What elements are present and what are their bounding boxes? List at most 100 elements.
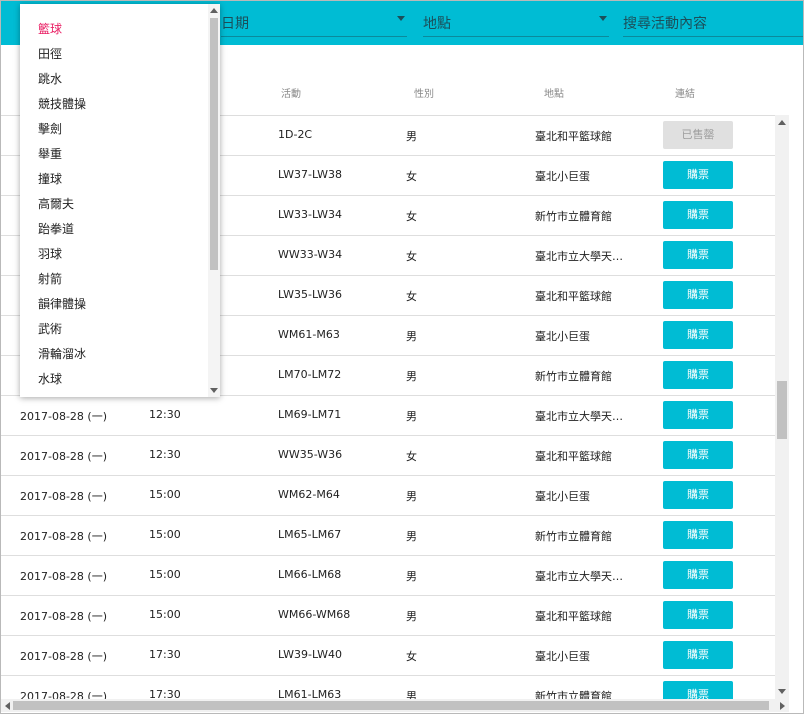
table-row: 2017-08-28 (一) 15:00 LM65-LM67 男 新竹市立體育館 購票 [1,515,781,556]
row-date: 2017-08-28 (一) [20,610,108,623]
dropdown-scroll-down-arrow-icon[interactable] [210,388,218,393]
table-row: 2017-08-28 (一) 12:30 LM69-LM71 男 臺北市立大學天… 購票 [1,395,781,436]
sport-option[interactable]: 競技體操 [20,93,208,118]
row-date: 2017-08-28 (一) [20,490,108,503]
row-gender: 女 [406,450,417,463]
sport-option[interactable]: 滑輪溜冰 [20,343,208,368]
sport-option[interactable]: 韻律體操 [20,293,208,318]
buy-ticket-button[interactable]: 購票 [663,241,733,269]
buy-ticket-button[interactable]: 購票 [663,481,733,509]
row-activity: WM66-WM68 [278,608,351,621]
search-placeholder: 搜尋活動內容 [623,16,707,32]
row-activity: LM69-LM71 [278,408,342,421]
row-activity: LW37-LW38 [278,168,342,181]
row-location: 臺北和平籃球館 [535,130,612,143]
row-date: 2017-08-28 (一) [20,530,108,543]
row-gender: 女 [406,650,417,663]
header-link: 連結 [675,89,695,100]
sport-option[interactable]: 跳水 [20,68,208,93]
vertical-scrollbar[interactable] [775,115,789,699]
sport-option[interactable]: 籃球 [20,18,208,43]
buy-ticket-button[interactable]: 購票 [663,281,733,309]
row-gender: 女 [406,250,417,263]
date-filter-placeholder: 日期 [221,16,249,32]
row-location: 臺北小巨蛋 [535,650,590,663]
search-input[interactable]: 搜尋活動內容 [623,7,803,37]
row-activity: WM62-M64 [278,488,340,501]
buy-ticket-button[interactable]: 購票 [663,321,733,349]
row-time: 12:30 [149,448,181,461]
date-dropdown-arrow-icon[interactable] [397,16,405,21]
row-activity: WM61-M63 [278,328,340,341]
row-gender: 女 [406,210,417,223]
row-date: 2017-08-28 (一) [20,450,108,463]
table-row: 2017-08-28 (一) 17:30 LW39-LW40 女 臺北小巨蛋 購票 [1,635,781,676]
scroll-right-arrow-icon[interactable] [780,702,785,710]
row-gender: 女 [406,170,417,183]
buy-ticket-button[interactable]: 購票 [663,521,733,549]
dropdown-scroll-up-arrow-icon[interactable] [210,8,218,13]
search-underline [623,36,803,37]
sold-out-button: 已售罄 [663,121,733,149]
header-location: 地點 [544,89,564,100]
scroll-down-arrow-icon[interactable] [778,689,786,694]
buy-ticket-button[interactable]: 購票 [663,201,733,229]
sport-option[interactable]: 武術 [20,318,208,343]
buy-ticket-button[interactable]: 購票 [663,441,733,469]
horizontal-scroll-thumb[interactable] [13,701,769,710]
row-activity: 1D-2C [278,128,313,141]
row-location: 臺北小巨蛋 [535,490,590,503]
buy-ticket-button[interactable]: 購票 [663,641,733,669]
buy-ticket-button[interactable]: 購票 [663,161,733,189]
row-gender: 女 [406,290,417,303]
horizontal-scrollbar[interactable] [1,699,789,712]
sport-option[interactable]: 射箭 [20,268,208,293]
row-date: 2017-08-28 (一) [20,410,108,423]
sport-option[interactable]: 高爾夫 [20,193,208,218]
sport-option[interactable]: 擊劍 [20,118,208,143]
row-activity: LM66-LM68 [278,568,342,581]
row-activity: WW33-W34 [278,248,343,261]
table-row: 2017-08-28 (一) 15:00 WM62-M64 男 臺北小巨蛋 購票 [1,475,781,516]
location-dropdown-arrow-icon[interactable] [599,16,607,21]
buy-ticket-button[interactable]: 購票 [663,561,733,589]
row-gender: 男 [406,370,417,383]
row-location: 臺北和平籃球館 [535,450,612,463]
sport-option[interactable]: 田徑 [20,43,208,68]
dropdown-scroll-thumb[interactable] [210,18,218,270]
buy-ticket-button[interactable]: 購票 [663,361,733,389]
row-location: 臺北市立大學天… [535,250,623,263]
row-location: 臺北和平籃球館 [535,290,612,303]
row-location: 臺北小巨蛋 [535,170,590,183]
buy-ticket-button[interactable]: 購票 [663,601,733,629]
header-activity: 活動 [281,89,301,100]
sport-option[interactable]: 撞球 [20,168,208,193]
scroll-left-arrow-icon[interactable] [5,702,10,710]
sport-option[interactable]: 水球 [20,368,208,393]
row-activity: LM65-LM67 [278,528,342,541]
sport-option[interactable]: 舉重 [20,143,208,168]
table-row: 2017-08-28 (一) 15:00 WM66-WM68 男 臺北和平籃球館 購票 [1,595,781,636]
location-filter-select[interactable]: 地點 [423,7,609,37]
sport-option[interactable]: 羽球 [20,243,208,268]
row-time: 15:00 [149,488,181,501]
row-activity: LW39-LW40 [278,648,342,661]
row-time: 15:00 [149,568,181,581]
sport-option[interactable]: 跆拳道 [20,218,208,243]
buy-ticket-button[interactable]: 購票 [663,401,733,429]
row-time: 15:00 [149,608,181,621]
row-date: 2017-08-28 (一) [20,570,108,583]
row-time: 12:30 [149,408,181,421]
row-date: 2017-08-28 (一) [20,650,108,663]
date-filter-select[interactable]: 日期 [221,7,407,37]
row-activity: LW35-LW36 [278,288,342,301]
row-activity: LW33-LW34 [278,208,342,221]
row-activity: LM70-LM72 [278,368,342,381]
scroll-up-arrow-icon[interactable] [778,120,786,125]
vertical-scroll-thumb[interactable] [777,381,787,439]
sport-dropdown-menu: 籃球 田徑 跳水 競技體操 擊劍 舉重 撞球 高爾夫 跆拳道 羽球 射箭 韻律體操 武術 滑輪溜冰 水球 [20,4,220,397]
row-gender: 男 [406,490,417,503]
dropdown-scrollbar[interactable] [208,4,220,397]
app-window: 日期 地點 搜尋活動內容 活動 性別 地點 連結 1D-2C 男臺北和平籃球館 已售… [0,0,804,714]
row-location: 臺北和平籃球館 [535,610,612,623]
